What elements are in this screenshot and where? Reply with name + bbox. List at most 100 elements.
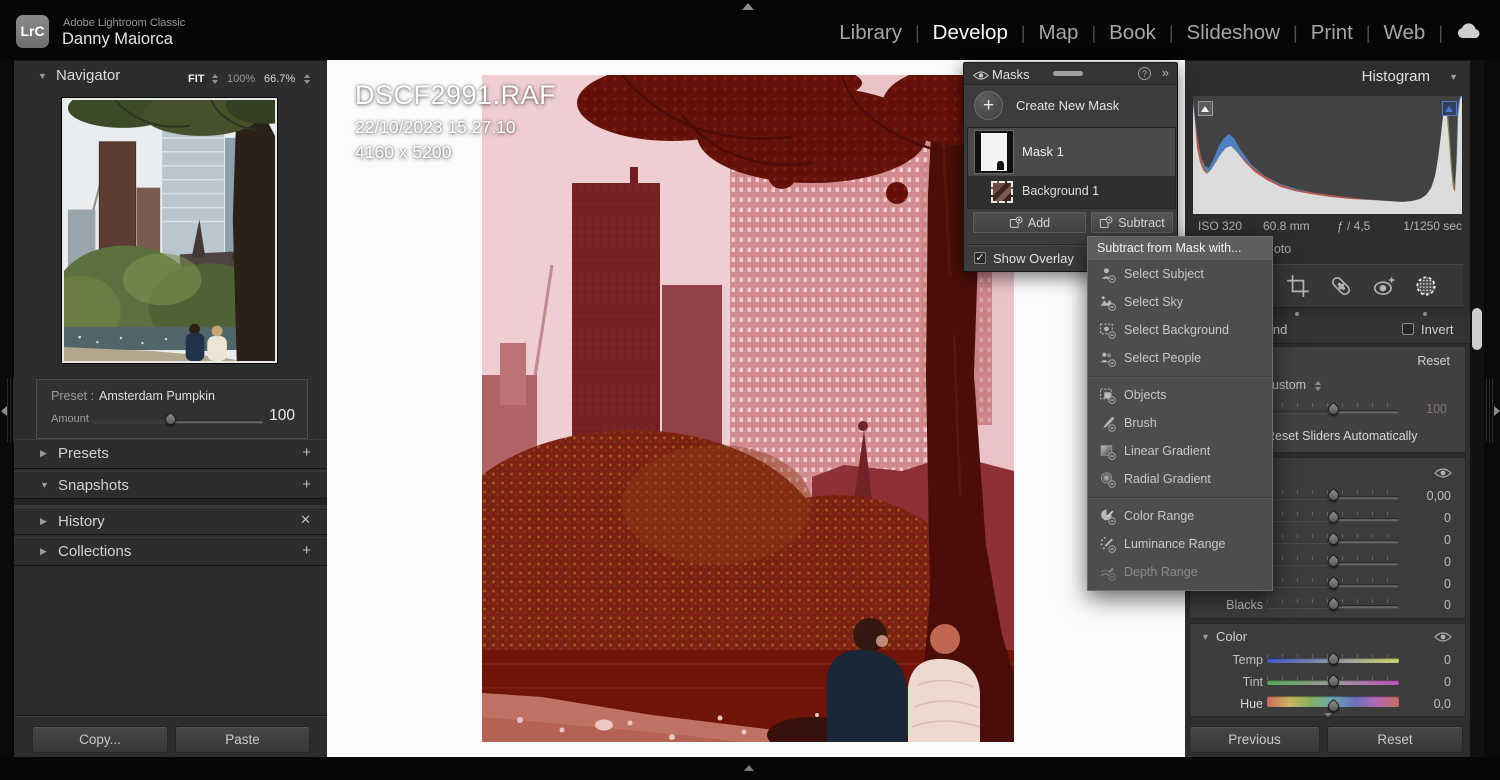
amount-slider-knob[interactable] — [163, 412, 179, 428]
module-develop[interactable]: Develop — [933, 21, 1008, 45]
collections-add-button[interactable]: + — [302, 542, 311, 559]
iso-value: ISO 320 — [1198, 219, 1242, 233]
masks-panel-header[interactable]: Masks ? » — [964, 63, 1177, 85]
panel-collections[interactable]: ▶ Collections + — [14, 537, 327, 566]
create-new-mask-row[interactable]: + Create New Mask — [964, 85, 1177, 127]
add-to-mask-button[interactable]: Add — [973, 212, 1086, 233]
navigator-zoom-ratio-button[interactable]: 66.7% — [264, 73, 295, 85]
select-background-icon — [1099, 322, 1116, 339]
select-subject-icon — [1099, 266, 1116, 283]
previous-button[interactable]: Previous — [1189, 726, 1320, 753]
navigator-collapse-icon[interactable]: ▼ — [38, 71, 47, 81]
masks-help-icon[interactable]: ? — [1138, 67, 1151, 80]
presets-label: Presets — [58, 445, 109, 462]
histogram-chart[interactable] — [1192, 95, 1463, 215]
menu-item-color-range[interactable]: Color Range — [1088, 502, 1272, 530]
histogram-collapse-icon[interactable]: ▼ — [1449, 72, 1458, 82]
navigator-zoom-100-button[interactable]: 100% — [227, 73, 255, 85]
module-map[interactable]: Map — [1039, 21, 1079, 45]
preset-spinner-icon[interactable] — [1315, 381, 1321, 391]
module-separator: | — [915, 23, 920, 44]
snapshots-collapse-icon: ▼ — [40, 480, 49, 490]
module-separator: | — [1438, 23, 1443, 44]
light-eye-icon[interactable] — [1434, 466, 1452, 484]
crop-tool-icon[interactable] — [1285, 273, 1311, 299]
masks-drag-handle[interactable] — [1053, 71, 1083, 76]
collapse-right-panel-arrow-icon[interactable] — [1494, 406, 1500, 416]
red-eye-tool-icon[interactable] — [1371, 273, 1397, 299]
presets-add-button[interactable]: + — [302, 444, 311, 461]
module-library[interactable]: Library — [839, 21, 902, 45]
menu-item-select-background[interactable]: Select Background — [1088, 316, 1272, 344]
linear-gradient-icon — [1099, 443, 1116, 460]
navigator-fit-button[interactable]: FIT — [188, 73, 205, 85]
filmstrip-bar — [0, 757, 1500, 780]
collections-label: Collections — [58, 543, 131, 560]
module-web[interactable]: Web — [1384, 21, 1426, 45]
scrollbar-thumb[interactable] — [1472, 308, 1482, 350]
create-mask-plus-icon[interactable]: + — [974, 91, 1003, 120]
right-grip — [1486, 378, 1493, 442]
objects-icon — [1099, 387, 1116, 404]
masks-eye-icon[interactable] — [973, 68, 989, 86]
navigator-preview[interactable] — [62, 98, 277, 363]
reset-button[interactable]: Reset — [1327, 726, 1463, 753]
menu-item-objects[interactable]: Objects — [1088, 381, 1272, 409]
amount-slider-track[interactable] — [93, 420, 263, 423]
invert-checkbox[interactable] — [1402, 323, 1414, 335]
slider-row-temp: Temp 0 — [1190, 650, 1465, 672]
photo-with-mask-overlay[interactable] — [482, 75, 1014, 742]
histogram-title[interactable]: Histogram — [1362, 68, 1430, 85]
zoom-spinner-icon[interactable] — [304, 74, 310, 84]
snapshots-add-button[interactable]: + — [302, 476, 311, 493]
show-overlay-checkbox[interactable]: ✓ — [974, 252, 986, 264]
module-print[interactable]: Print — [1311, 21, 1353, 45]
masks-collapse-icon[interactable]: » — [1162, 65, 1169, 80]
panel-presets[interactable]: ▶ Presets + — [14, 439, 327, 469]
show-overlay-label: Show Overlay — [993, 251, 1074, 266]
amount-label: Amount — [51, 413, 89, 425]
panel-history[interactable]: ▶ History ✕ — [14, 507, 327, 535]
color-eye-icon[interactable] — [1434, 630, 1452, 648]
menu-item-select-subject[interactable]: Select Subject — [1088, 260, 1272, 288]
menu-item-radial-gradient[interactable]: Radial Gradient — [1088, 465, 1272, 493]
mask-component-item[interactable]: Background 1 — [968, 176, 1175, 208]
invert-label: Invert — [1421, 322, 1454, 337]
masking-tool-icon[interactable] — [1413, 273, 1439, 299]
healing-tool-icon[interactable] — [1328, 273, 1354, 299]
menu-item-select-sky[interactable]: Select Sky — [1088, 288, 1272, 316]
color-collapse-icon[interactable]: ▼ — [1201, 632, 1210, 642]
panel-snapshots[interactable]: ▼ Snapshots + — [14, 471, 327, 499]
paste-button[interactable]: Paste — [175, 726, 310, 753]
highlight-clipping-indicator[interactable] — [1442, 101, 1457, 116]
mask1-thumbnail[interactable] — [974, 130, 1014, 174]
show-filmstrip-arrow-icon[interactable] — [744, 765, 754, 771]
menu-item-select-people[interactable]: Select People — [1088, 344, 1272, 372]
navigator-title[interactable]: Navigator — [56, 67, 120, 84]
menu-item-linear-gradient[interactable]: Linear Gradient — [1088, 437, 1272, 465]
show-top-panel-arrow-icon[interactable] — [742, 3, 754, 10]
shadow-clipping-indicator[interactable] — [1198, 101, 1213, 116]
collapse-left-panel-arrow-icon[interactable] — [1, 406, 7, 416]
presets-collapse-icon: ▶ — [40, 448, 47, 459]
amount-value: 100 — [269, 407, 295, 425]
module-separator: | — [1169, 23, 1174, 44]
right-panel-scrollbar[interactable] — [1470, 60, 1484, 757]
menu-item-luminance-range[interactable]: Luminance Range — [1088, 530, 1272, 558]
history-clear-button[interactable]: ✕ — [300, 512, 311, 528]
module-book[interactable]: Book — [1109, 21, 1156, 45]
copy-button[interactable]: Copy... — [32, 726, 168, 753]
masks-panel-title: Masks — [992, 67, 1030, 82]
subtract-from-mask-button[interactable]: Subtract — [1091, 212, 1173, 233]
preset-label: Preset : — [51, 389, 94, 403]
background1-thumbnail[interactable] — [991, 181, 1013, 203]
menu-item-brush[interactable]: Brush — [1088, 409, 1272, 437]
module-slideshow[interactable]: Slideshow — [1187, 21, 1280, 45]
cloud-sync-icon[interactable] — [1456, 22, 1482, 45]
expand-more-icon[interactable] — [1324, 713, 1332, 717]
left-panel-edge[interactable] — [0, 60, 14, 757]
mask-item-selected[interactable]: Mask 1 — [968, 128, 1175, 176]
mask-reset-link[interactable]: Reset — [1417, 354, 1450, 368]
right-panel-edge[interactable] — [1484, 60, 1500, 757]
fit-spinner-icon[interactable] — [212, 74, 218, 84]
